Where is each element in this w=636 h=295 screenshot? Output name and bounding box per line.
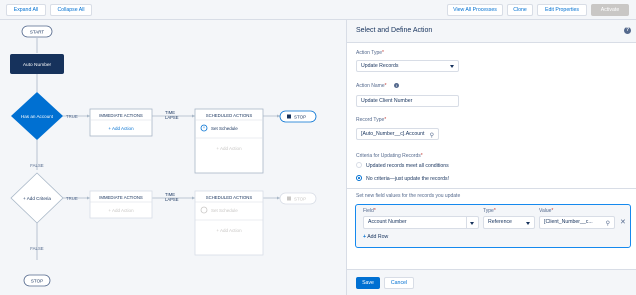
stop-icon-1 [287, 114, 291, 119]
panel-title: Select and Define Action [356, 27, 433, 34]
time-lapse-label-1b: LAPSE [165, 115, 179, 120]
panel-header: Select and Define Action ? [347, 20, 636, 43]
time-lapse-label-2b: LAPSE [165, 197, 179, 202]
field-label-text: Field [363, 208, 374, 214]
scheduled-actions-heading-1: SCHEDULED ACTIONS [206, 113, 253, 118]
required-mark: * [373, 208, 376, 214]
true-label-2: TRUE [66, 196, 78, 201]
chevron-down-icon [526, 221, 530, 225]
stop-label-2: STOP [294, 197, 306, 202]
field-select[interactable]: Account Number [363, 216, 479, 229]
option-conditions-label: Updated records meet all conditions [366, 162, 449, 169]
collapse-all-button[interactable]: Collapse All [50, 4, 92, 16]
action-name-value: Update Client Number [361, 98, 413, 104]
action-panel: Select and Define Action ? Action Type* … [346, 20, 636, 295]
action-name-label: Action Name* [356, 83, 387, 89]
process-flow-diagram: START Auto Number Has an Account TRUE FA… [10, 25, 317, 287]
required-mark: * [384, 83, 387, 89]
required-mark: * [382, 50, 384, 56]
clone-button[interactable]: Clone [507, 4, 533, 16]
object-node-label: Auto Number [23, 62, 52, 68]
set-schedule-link-1[interactable]: Set Schedule [211, 126, 238, 131]
field-label: Field* [363, 208, 376, 214]
activate-button: Activate [591, 4, 629, 16]
type-select[interactable]: Reference [483, 216, 535, 229]
expand-all-button[interactable]: Expand All [6, 4, 46, 16]
help-icon[interactable]: ? [624, 27, 631, 34]
value-label: Value* [539, 208, 553, 214]
scheduled-actions-box-2 [194, 190, 264, 256]
record-type-value: [Auto_Number__c].Account [361, 131, 425, 137]
criteria-label: Criteria for Updating Records* [356, 153, 423, 159]
view-all-processes-button[interactable]: View All Processes [447, 4, 503, 16]
search-icon[interactable]: ⚲ [430, 131, 434, 141]
action-name-input[interactable]: Update Client Number [356, 95, 459, 107]
stop-label-bottom: STOP [31, 279, 43, 284]
set-schedule-link-2: Set Schedule [211, 208, 238, 213]
add-row-label: Add Row [367, 234, 389, 240]
cancel-button[interactable]: Cancel [384, 277, 414, 289]
true-label-1: TRUE [66, 114, 78, 119]
plus-icon: + [363, 234, 367, 240]
field-values-group: Field* Type* Value* Account Number Refer… [355, 204, 631, 248]
required-mark: * [551, 208, 554, 214]
false-label-1: FALSE [30, 163, 44, 168]
top-toolbar: Expand All Collapse All View All Process… [0, 0, 636, 20]
add-row-button[interactable]: + Add Row [363, 234, 388, 240]
stop-label-1: STOP [294, 115, 306, 120]
type-label: Type* [483, 208, 496, 214]
remove-row-icon[interactable]: ✕ [620, 218, 626, 226]
row-divider [466, 216, 467, 229]
action-type-value: Update Records [361, 63, 399, 69]
radio-no-criteria[interactable] [356, 175, 362, 181]
action-type-select[interactable]: Update Records [356, 60, 459, 72]
radio-conditions[interactable] [356, 162, 362, 168]
save-button[interactable]: Save [356, 277, 380, 289]
criteria-1-label: Has an Account [21, 114, 54, 119]
type-label-text: Type [483, 208, 494, 214]
type-value: Reference [488, 219, 512, 225]
field-value: Account Number [368, 219, 407, 225]
stop-icon-2 [287, 196, 291, 201]
action-type-label: Action Type* [356, 50, 384, 56]
chevron-down-icon [470, 221, 474, 225]
criteria-label-text: Criteria for Updating Records [356, 153, 421, 159]
required-mark: * [420, 153, 423, 159]
action-type-label-text: Action Type [356, 50, 383, 56]
immediate-actions-heading-2: IMMEDIATE ACTIONS [99, 195, 143, 200]
process-canvas: START Auto Number Has an Account TRUE FA… [0, 20, 346, 295]
option-no-criteria-label: No criteria—just update the records! [366, 175, 450, 182]
panel-footer: Save Cancel [347, 269, 636, 295]
edit-properties-button[interactable]: Edit Properties [537, 4, 587, 16]
required-mark: * [493, 208, 496, 214]
scheduled-actions-heading-2: SCHEDULED ACTIONS [206, 195, 253, 200]
info-icon[interactable]: i [394, 83, 399, 88]
value-value: [Client_Number__c... [544, 219, 593, 225]
value-label-text: Value [539, 208, 552, 214]
record-type-input[interactable]: [Auto_Number__c].Account ⚲ [356, 128, 439, 140]
search-icon[interactable]: ⚲ [606, 219, 610, 229]
required-mark: * [384, 117, 387, 123]
value-input[interactable]: [Client_Number__c... ⚲ [539, 216, 615, 229]
section-divider [347, 188, 636, 189]
add-action-link-3: + Add Action [108, 208, 134, 213]
immediate-actions-heading-1: IMMEDIATE ACTIONS [99, 113, 143, 118]
chevron-down-icon [450, 65, 454, 68]
start-label: START [30, 30, 45, 35]
action-name-label-text: Action Name [356, 83, 385, 89]
record-type-label: Record Type* [356, 117, 386, 123]
false-label-2: FALSE [30, 246, 44, 251]
set-values-label: Set new field values for the records you… [356, 193, 461, 199]
record-type-label-text: Record Type [356, 117, 385, 123]
add-action-link-2: + Add Action [216, 146, 242, 151]
add-criteria-label[interactable]: + Add Criteria [23, 196, 51, 201]
add-action-link-4: + Add Action [216, 228, 242, 233]
scheduled-actions-box-1 [194, 108, 264, 174]
add-action-link-1[interactable]: + Add Action [108, 126, 134, 131]
